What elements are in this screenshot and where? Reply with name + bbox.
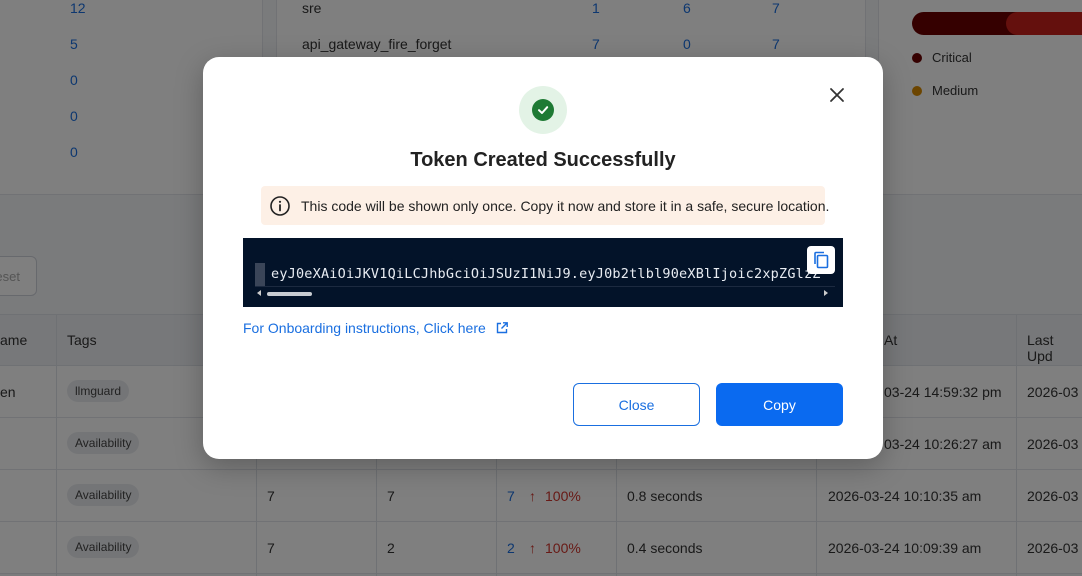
copy-icon[interactable] [807, 246, 835, 274]
code-gutter [255, 263, 265, 287]
close-button[interactable]: Close [573, 383, 700, 426]
check-circle-icon [532, 99, 554, 121]
success-badge [519, 86, 567, 134]
info-icon [269, 195, 291, 217]
notice-text: This code will be shown only once. Copy … [301, 197, 830, 214]
onboarding-link-text[interactable]: For Onboarding instructions, Click here [243, 320, 486, 336]
horizontal-scrollbar-thumb[interactable] [267, 292, 312, 296]
scroll-left-arrow-icon[interactable] [257, 290, 261, 296]
token-created-dialog: Token Created Successfully This code wil… [203, 57, 883, 459]
warning-notice: This code will be shown only once. Copy … [261, 186, 829, 225]
dialog-title: Token Created Successfully [410, 149, 676, 171]
close-icon[interactable] [825, 83, 849, 107]
token-code-box[interactable]: eyJ0eXAiOiJKV1QiLCJhbGciOiJSUzI1NiJ9.eyJ… [243, 238, 843, 307]
copy-button[interactable]: Copy [716, 383, 843, 426]
code-underline [255, 286, 835, 287]
token-value[interactable]: eyJ0eXAiOiJKV1QiLCJhbGciOiJSUzI1NiJ9.eyJ… [271, 266, 833, 282]
external-link-icon[interactable] [495, 321, 509, 335]
onboarding-link[interactable]: For Onboarding instructions, Click here [243, 320, 509, 336]
scroll-right-arrow-icon[interactable] [824, 290, 828, 296]
